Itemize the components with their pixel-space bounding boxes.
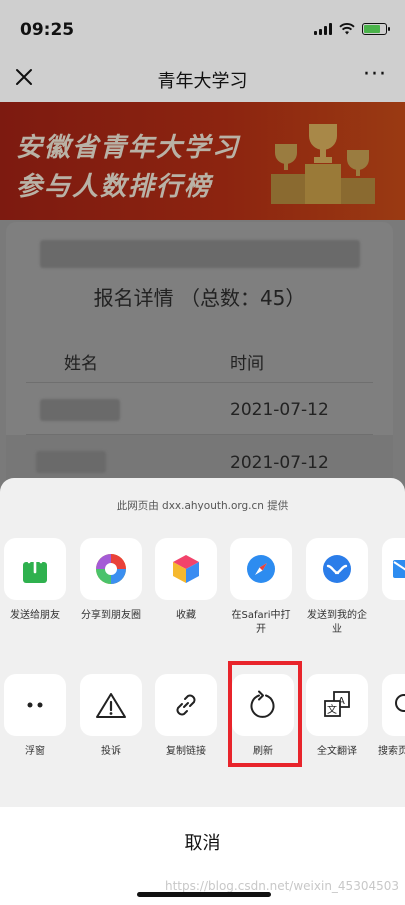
- link-icon[interactable]: [155, 674, 217, 736]
- share-row: 发送给朋友 分享到朋友圈 收藏 在Safari中打开 发送到我的企业: [0, 538, 405, 658]
- table-row: 2021-07-12: [6, 435, 393, 480]
- favorite-item[interactable]: 收藏: [155, 538, 217, 623]
- home-indicator: [137, 892, 271, 897]
- complain-item[interactable]: 投诉: [80, 674, 142, 759]
- mail-icon[interactable]: [382, 538, 405, 600]
- copy-link-item[interactable]: 复制链接: [155, 674, 217, 759]
- cellular-signal-icon: [314, 23, 332, 35]
- search-page-icon[interactable]: [382, 674, 405, 736]
- cancel-area: 取消 https://blog.csdn.net/weixin_45304503: [0, 807, 405, 905]
- watermark: https://blog.csdn.net/weixin_45304503: [164, 879, 399, 893]
- nav-bar: 青年大学习 ···: [0, 56, 405, 102]
- open-in-safari-label: 在Safari中打开: [231, 610, 291, 635]
- status-time: 09:25: [20, 20, 75, 40]
- search-page-label: 搜索页: [378, 746, 405, 757]
- safari-icon[interactable]: [230, 538, 292, 600]
- redacted-text: [40, 240, 360, 268]
- float-window-item[interactable]: 浮窗: [4, 674, 66, 759]
- float-window-label: 浮窗: [25, 746, 45, 757]
- redacted-name: [40, 399, 120, 421]
- table-cell-time: 2021-07-12: [230, 453, 329, 473]
- search-page-item[interactable]: 搜索页: [378, 674, 405, 759]
- share-to-moments-label: 分享到朋友圈: [81, 610, 141, 621]
- enterprise-icon[interactable]: [306, 538, 368, 600]
- cancel-button[interactable]: 取消: [0, 829, 405, 855]
- translate-label: 全文翻译: [317, 746, 357, 757]
- registration-title: 报名详情 （总数：45）: [93, 286, 306, 310]
- favorite-label: 收藏: [176, 610, 196, 621]
- wifi-icon: [339, 23, 355, 35]
- refresh-highlight-box: [228, 661, 302, 767]
- share-sheet: 此网页由 dxx.ahyouth.org.cn 提供 发送给朋友 分享到朋友圈: [0, 478, 405, 905]
- provider-text: 此网页由 dxx.ahyouth.org.cn 提供: [116, 500, 289, 512]
- redacted-name: [36, 451, 106, 473]
- moments-icon[interactable]: [80, 538, 142, 600]
- registration-card: 报名详情 （总数：45） 姓名 时间 2021-07-12 2021-07-12: [6, 222, 393, 492]
- status-bar: 09:25: [0, 0, 405, 56]
- copy-link-label: 复制链接: [166, 746, 206, 757]
- status-icons: [314, 23, 390, 35]
- page-title: 青年大学习: [157, 71, 248, 92]
- trophy-icon: [271, 124, 375, 204]
- battery-icon: [362, 23, 390, 35]
- translate-item[interactable]: A文 全文翻译: [306, 674, 368, 759]
- complain-label: 投诉: [101, 746, 121, 757]
- banner-subtitle: 参与人数排行榜: [16, 172, 213, 202]
- send-to-friend-item[interactable]: 发送给朋友: [4, 538, 66, 623]
- column-header-time: 时间: [230, 354, 264, 374]
- share-to-moments-item[interactable]: 分享到朋友圈: [80, 538, 142, 623]
- send-to-enterprise-label: 发送到我的企业: [307, 610, 367, 635]
- more-icon[interactable]: ···: [363, 62, 387, 87]
- float-window-icon[interactable]: [4, 674, 66, 736]
- table-cell-time: 2021-07-12: [230, 400, 329, 420]
- warning-icon[interactable]: [80, 674, 142, 736]
- translate-icon[interactable]: A文: [306, 674, 368, 736]
- share-to-friend-icon[interactable]: [4, 538, 66, 600]
- mail-item[interactable]: 邮: [382, 538, 405, 623]
- favorite-cube-icon[interactable]: [155, 538, 217, 600]
- table-divider: [26, 382, 373, 383]
- banner-title: 安徽省青年大学习: [16, 133, 241, 163]
- svg-text:文: 文: [327, 703, 337, 716]
- send-to-enterprise-item[interactable]: 发送到我的企业: [306, 538, 368, 637]
- open-in-safari-item[interactable]: 在Safari中打开: [230, 538, 292, 637]
- banner-image: 安徽省青年大学习 参与人数排行榜: [0, 102, 405, 220]
- column-header-name: 姓名: [64, 354, 98, 374]
- send-to-friend-label: 发送给朋友: [10, 610, 60, 621]
- action-row: 浮窗 投诉 复制链接 刷新 A文 全文翻译 搜索页: [0, 674, 405, 794]
